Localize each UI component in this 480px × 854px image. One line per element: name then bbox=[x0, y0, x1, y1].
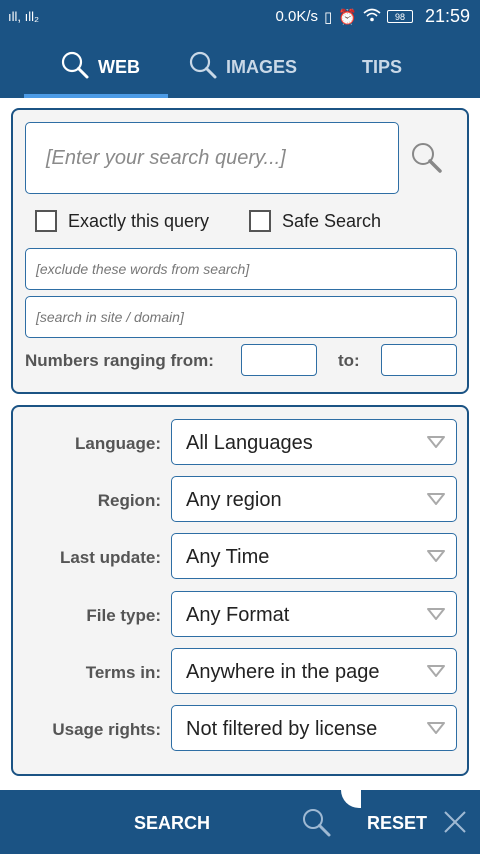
search-button-label: SEARCH bbox=[134, 813, 211, 833]
chevron-down-icon bbox=[427, 665, 445, 677]
alarm-icon: ⏰ bbox=[338, 8, 357, 26]
usage-rights-select[interactable]: Not filtered by license bbox=[171, 705, 457, 751]
number-to-input[interactable] bbox=[381, 344, 457, 376]
numbers-range-label: Numbers ranging from: bbox=[25, 351, 214, 370]
search-icon bbox=[188, 50, 218, 85]
filters-panel: Language: All Languages Region: Any regi… bbox=[11, 405, 469, 776]
region-label: Region: bbox=[97, 491, 161, 510]
file-type-label: File type: bbox=[86, 606, 161, 625]
chevron-down-icon bbox=[427, 436, 445, 448]
terms-in-select[interactable]: Anywhere in the page bbox=[171, 648, 457, 694]
file-type-value: Any Format bbox=[186, 604, 290, 626]
reset-button-label: RESET bbox=[367, 813, 428, 833]
region-row: Region: Any region bbox=[13, 476, 467, 524]
tab-web[interactable]: WEB bbox=[60, 36, 140, 98]
status-bar: ıll, ıll₂ 0.0K/s ▯ ⏰ 98 21:59 bbox=[0, 0, 480, 36]
clock: 21:59 bbox=[424, 6, 470, 26]
terms-in-value: Anywhere in the page bbox=[186, 661, 380, 683]
search-icon bbox=[60, 50, 90, 85]
signal-indicator: ıll, ıll₂ bbox=[8, 9, 40, 24]
search-button[interactable]: SEARCH bbox=[0, 790, 341, 854]
network-speed: 0.0K/s bbox=[275, 8, 318, 25]
exact-query-checkbox[interactable]: Exactly this query bbox=[35, 210, 209, 232]
chevron-down-icon bbox=[427, 722, 445, 734]
vibrate-icon: ▯ bbox=[324, 8, 333, 26]
magnifier-button[interactable] bbox=[409, 140, 445, 176]
tab-tips[interactable]: TIPS bbox=[362, 36, 402, 98]
region-select[interactable]: Any region bbox=[171, 476, 457, 522]
search-icon bbox=[303, 809, 331, 837]
terms-in-row: Terms in: Anywhere in the page bbox=[13, 648, 467, 696]
last-update-row: Last update: Any Time bbox=[13, 533, 467, 581]
tab-label: TIPS bbox=[362, 56, 403, 77]
usage-rights-row: Usage rights: Not filtered by license bbox=[13, 705, 467, 753]
checkbox-box[interactable] bbox=[35, 210, 57, 232]
site-domain-input[interactable]: [search in site / domain] bbox=[25, 296, 457, 338]
chevron-down-icon bbox=[427, 608, 445, 620]
checkbox-box[interactable] bbox=[249, 210, 271, 232]
wifi-icon bbox=[363, 8, 381, 26]
active-tab-indicator bbox=[24, 94, 168, 98]
tab-images[interactable]: IMAGES bbox=[188, 36, 297, 98]
last-update-value: Any Time bbox=[186, 546, 270, 568]
checkbox-label: Safe Search bbox=[282, 210, 382, 231]
battery-icon: 98 bbox=[386, 10, 413, 23]
search-query-input[interactable]: [Enter your search query...] bbox=[25, 122, 399, 194]
number-from-input[interactable] bbox=[241, 344, 317, 376]
close-icon bbox=[444, 811, 466, 833]
region-value: Any region bbox=[186, 489, 282, 511]
checkbox-label: Exactly this query bbox=[68, 210, 210, 231]
chevron-down-icon bbox=[427, 550, 445, 562]
exclude-words-input[interactable]: [exclude these words from search] bbox=[25, 248, 457, 290]
last-update-select[interactable]: Any Time bbox=[171, 533, 457, 579]
tab-bar: WEB IMAGES TIPS bbox=[0, 36, 480, 98]
language-value: All Languages bbox=[186, 432, 313, 454]
safe-search-checkbox[interactable]: Safe Search bbox=[249, 210, 381, 232]
chevron-down-icon bbox=[427, 493, 445, 505]
file-type-select[interactable]: Any Format bbox=[171, 591, 457, 637]
language-select[interactable]: All Languages bbox=[171, 419, 457, 465]
numbers-to-label: to: bbox=[338, 351, 360, 370]
language-label: Language: bbox=[75, 434, 161, 453]
usage-rights-value: Not filtered by license bbox=[186, 718, 378, 740]
usage-rights-label: Usage rights: bbox=[52, 720, 161, 739]
tab-label: IMAGES bbox=[226, 56, 298, 77]
last-update-label: Last update: bbox=[59, 548, 161, 567]
tab-label: WEB bbox=[98, 56, 140, 77]
file-type-row: File type: Any Format bbox=[13, 591, 467, 639]
query-panel: [Enter your search query...] Exactly thi… bbox=[11, 108, 469, 394]
terms-in-label: Terms in: bbox=[85, 663, 161, 682]
reset-button[interactable]: RESET bbox=[341, 790, 480, 854]
language-row: Language: All Languages bbox=[13, 419, 467, 467]
search-icon bbox=[412, 143, 442, 173]
